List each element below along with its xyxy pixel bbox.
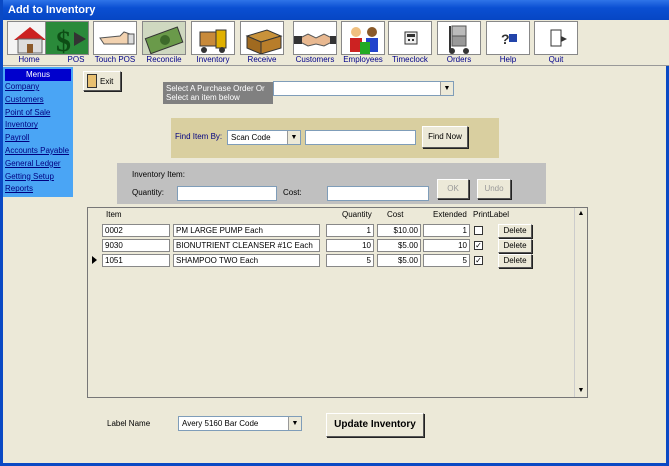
timeclock-icon [388,21,432,55]
toolbar-button-timeclock[interactable]: Timeclock [388,20,432,66]
extended-cell[interactable]: 10 [423,239,470,252]
chevron-down-icon: ▼ [440,82,453,95]
svg-text:$: $ [56,25,71,55]
handshake-icon [293,21,337,55]
sidebar-item-payroll[interactable]: Payroll [3,132,73,145]
box-icon [240,21,284,55]
sidebar-item-point-of-sale[interactable]: Point of Sale [3,107,73,120]
sidebar-header: Menus [5,69,71,81]
toolbar-button-inventory[interactable]: Inventory [190,20,236,66]
window: Add to Inventory Home $ POS Touch POS Re… [0,0,669,466]
toolbar-button-orders[interactable]: Orders [437,20,481,66]
sidebar-item-getting-setup[interactable]: Getting Setup [3,171,73,184]
sidebar-item-company[interactable]: Company [3,81,73,94]
help-icon: ? [486,21,530,55]
toolbar: Home $ POS Touch POS Reconcile Inventory [3,20,669,66]
print-label-checkbox[interactable]: ✓ [474,241,483,250]
cost-input[interactable] [327,186,429,201]
item-description-cell[interactable]: PM LARGE PUMP Each [173,224,320,237]
touch-hand-icon [93,21,137,55]
toolbar-button-quit[interactable]: Quit [534,20,578,66]
chevron-down-icon: ▼ [287,131,300,144]
find-item-input[interactable] [305,130,416,145]
sidebar-item-inventory[interactable]: Inventory [3,119,73,132]
item-description-cell[interactable]: BIONUTRIENT CLEANSER #1C Each [173,239,320,252]
item-description-cell[interactable]: SHAMPOO TWO Each [173,254,320,267]
quantity-input[interactable] [177,186,277,201]
toolbar-button-pos[interactable]: $ POS [44,20,90,66]
svg-text:?: ? [501,31,510,47]
scroll-up-icon[interactable]: ▲ [576,209,586,219]
label-name-label: Label Name [107,419,151,428]
find-item-panel: Find Item By: Scan Code ▼ Find Now [171,118,499,158]
people-icon [341,21,385,55]
exit-door-icon [87,74,97,88]
update-inventory-button[interactable]: Update Inventory [326,413,424,437]
ok-button[interactable]: OK [437,179,469,199]
extended-cell[interactable]: 1 [423,224,470,237]
window-title: Add to Inventory [3,0,669,20]
exit-button[interactable]: Exit [83,71,121,91]
money-icon [142,21,186,55]
toolbar-button-reconcile[interactable]: Reconcile [142,20,186,66]
undo-button[interactable]: Undo [477,179,511,199]
chevron-down-icon: ▼ [288,417,301,430]
toolbar-button-receive[interactable]: Receive [239,20,285,66]
scroll-down-icon[interactable]: ▼ [576,386,586,396]
po-select-label: Select A Purchase Order Or Select an ite… [163,82,273,104]
sidebar-item-general-ledger[interactable]: General Ledger [3,158,73,171]
door-exit-icon [534,21,578,55]
print-label-checkbox[interactable] [474,226,483,235]
toolbar-button-employees[interactable]: Employees [341,20,385,66]
delete-button[interactable]: Delete [498,254,532,268]
grid-scrollbar[interactable]: ▲ ▼ [574,208,587,397]
cost-cell[interactable]: $5.00 [377,254,421,267]
toolbar-button-touch-pos[interactable]: Touch POS [91,20,139,66]
delete-button[interactable]: Delete [498,224,532,238]
item-code-cell[interactable]: 0002 [102,224,170,237]
quantity-cell[interactable]: 5 [326,254,374,267]
delete-button[interactable]: Delete [498,239,532,253]
extended-cell[interactable]: 5 [423,254,470,267]
dolly-icon [437,21,481,55]
sidebar-item-customers[interactable]: Customers [3,94,73,107]
sidebar-item-reports[interactable]: Reports [3,183,73,196]
toolbar-button-customers[interactable]: Customers [292,20,338,66]
item-code-cell[interactable]: 9030 [102,239,170,252]
quantity-cell[interactable]: 1 [326,224,374,237]
toolbar-button-help[interactable]: ? Help [486,20,530,66]
inventory-item-panel: Inventory Item: Quantity: Cost: OK Undo [117,163,546,204]
inventory-grid: Item Quantity Cost Extended PrintLabel 0… [87,207,588,398]
po-select-dropdown[interactable]: ▼ [273,81,454,96]
sidebar-item-accounts-payable[interactable]: Accounts Payable [3,145,73,158]
label-name-dropdown[interactable]: Avery 5160 Bar Code ▼ [178,416,302,431]
quantity-cell[interactable]: 10 [326,239,374,252]
cost-cell[interactable]: $10.00 [377,224,421,237]
dollar-icon: $ [45,21,89,55]
forklift-icon [191,21,235,55]
find-now-button[interactable]: Find Now [422,126,468,148]
find-mode-dropdown[interactable]: Scan Code ▼ [227,130,301,145]
item-code-cell[interactable]: 1051 [102,254,170,267]
cost-cell[interactable]: $5.00 [377,239,421,252]
print-label-checkbox[interactable]: ✓ [474,256,483,265]
sidebar-menu: Menus Company Customers Point of Sale In… [3,67,73,197]
current-row-indicator-icon [92,256,97,264]
